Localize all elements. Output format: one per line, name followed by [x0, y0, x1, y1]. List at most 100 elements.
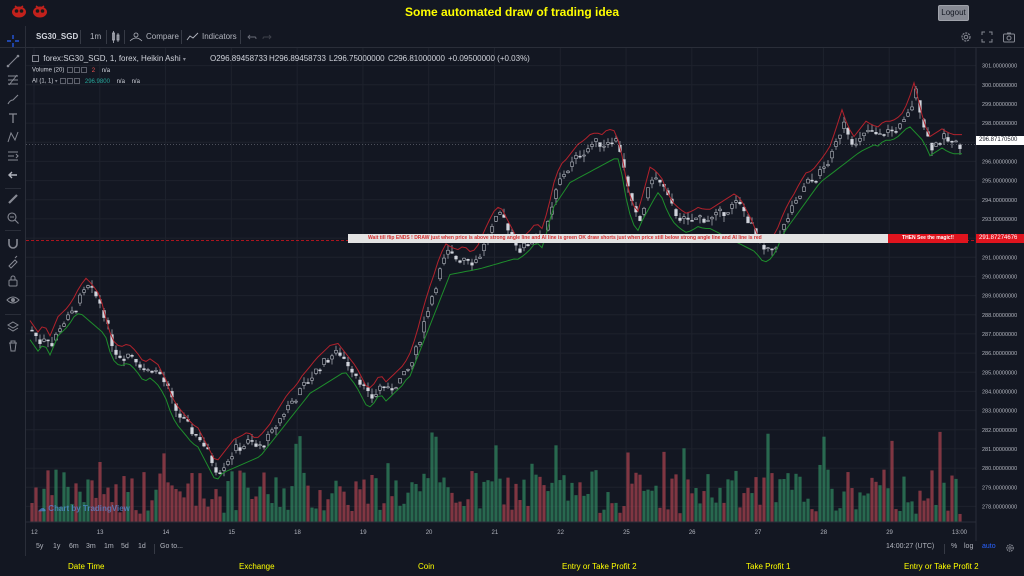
undo-icon[interactable] — [247, 32, 257, 42]
fib-retracement-icon[interactable] — [6, 73, 20, 87]
legend-series-title[interactable]: forex:SG30_SGD, 1, forex, Heikin Ashi — [43, 54, 180, 63]
volume-bar — [886, 488, 890, 522]
volume-bar — [466, 499, 470, 522]
page-title: Some automated draw of trading idea — [404, 5, 620, 19]
candle-body — [526, 244, 530, 247]
volume-bar — [230, 471, 234, 522]
tradingview-watermark[interactable]: ☁ Chart by TradingView — [38, 504, 130, 513]
range-6m-button[interactable]: 6m — [69, 543, 79, 550]
range-5y-button[interactable]: 5y — [36, 543, 43, 550]
goto-date-button[interactable]: Go to... — [160, 543, 183, 550]
crosshair-icon[interactable] — [6, 34, 20, 48]
range-1y-button[interactable]: 1y — [53, 543, 60, 550]
strategy-note-callout[interactable]: THEN See the magic!! — [888, 234, 968, 243]
time-tick-label: 19 — [360, 530, 367, 536]
chart-style-icon[interactable] — [111, 30, 121, 44]
range-5d-button[interactable]: 5d — [121, 543, 129, 550]
volume-bar — [642, 490, 646, 522]
candle-body — [34, 332, 38, 337]
price-tick-label: 301.00000000 — [982, 64, 1017, 70]
price-tick-label: 293.00000000 — [982, 217, 1017, 223]
range-1d-button[interactable]: 1d — [138, 543, 146, 550]
candle-body — [314, 368, 318, 374]
volume-bar — [134, 510, 138, 522]
candle-body — [498, 212, 502, 215]
zoom-icon[interactable] — [6, 211, 20, 225]
candle-body — [798, 195, 802, 199]
candle-body — [610, 142, 614, 145]
candle-body — [846, 127, 850, 135]
fullscreen-icon[interactable] — [980, 30, 994, 44]
clock[interactable]: 14:00:27 (UTC) — [886, 543, 934, 550]
log-scale-toggle[interactable]: log — [964, 543, 973, 550]
settings-gear-icon[interactable] — [959, 30, 973, 44]
indicator-visibility-icon[interactable] — [67, 67, 74, 73]
candle-body — [402, 371, 406, 376]
prediction-icon[interactable] — [6, 149, 20, 163]
redo-icon[interactable] — [262, 32, 272, 42]
candle-body — [558, 178, 562, 185]
range-1m-button[interactable]: 1m — [104, 543, 114, 550]
candle-body — [294, 400, 298, 403]
logout-button[interactable]: Logout — [938, 5, 969, 21]
candle-body — [262, 445, 266, 448]
layers-icon[interactable] — [6, 320, 20, 334]
strategy-note-banner[interactable]: Wait till flip ENDS ! DRAW just when pri… — [348, 234, 888, 243]
candle-body — [350, 368, 354, 373]
text-tool-icon[interactable] — [6, 111, 20, 125]
indicators-button[interactable]: Indicators — [202, 26, 237, 48]
price-tick-label: 285.00000000 — [982, 370, 1017, 376]
pattern-icon[interactable] — [6, 130, 20, 144]
candle-body — [854, 143, 858, 146]
candle-body — [138, 364, 142, 368]
volume-bar — [410, 482, 414, 522]
price-chart[interactable]: 301.00000000 300.00000000 299.00000000 298.… — [26, 48, 1024, 541]
indicator-settings-icon[interactable] — [67, 78, 74, 84]
symbol-search[interactable]: SG30_SGD — [36, 26, 78, 48]
candle-body — [394, 387, 398, 390]
volume-bar — [386, 463, 390, 522]
watermark-text: Chart by TradingView — [48, 504, 130, 513]
trash-icon[interactable] — [6, 339, 20, 353]
ai-dropdown-icon[interactable]: ▾ — [55, 79, 58, 85]
compare-button[interactable]: Compare — [146, 26, 179, 48]
volume-bar — [666, 509, 670, 522]
ruler-icon[interactable] — [6, 192, 20, 206]
compare-icon[interactable] — [129, 32, 143, 42]
candle-body — [378, 385, 382, 391]
brush-icon[interactable] — [6, 92, 20, 106]
candle-body — [222, 467, 226, 471]
indicator-remove-icon[interactable] — [81, 67, 88, 73]
indicator-settings-icon[interactable] — [74, 67, 81, 73]
volume-bar — [878, 485, 882, 522]
legend-collapse-icon[interactable] — [32, 55, 39, 62]
stay-in-drawing-icon[interactable] — [6, 255, 20, 269]
lock-icon[interactable] — [6, 274, 20, 288]
ai-indicator-label[interactable]: AI (1, 1) — [32, 79, 53, 85]
magnet-icon[interactable] — [6, 236, 20, 250]
scale-settings-gear-icon[interactable] — [1005, 543, 1015, 553]
volume-indicator-label[interactable]: Volume (20) — [32, 68, 64, 74]
legend-dropdown-icon[interactable]: ▾ — [183, 57, 186, 63]
range-3m-button[interactable]: 3m — [86, 543, 96, 550]
auto-scale-toggle[interactable]: auto — [982, 543, 996, 550]
volume-indicator-na: n/a — [101, 67, 111, 74]
volume-bar — [370, 474, 374, 522]
volume-bar — [122, 476, 126, 522]
indicator-remove-icon[interactable] — [74, 78, 81, 84]
legend-high: H296.89458733 — [269, 54, 326, 63]
back-arrow-icon[interactable] — [6, 168, 20, 182]
price-tick-label: 291.00000000 — [982, 255, 1017, 261]
volume-bar — [450, 492, 454, 522]
trend-line-icon[interactable] — [6, 54, 20, 68]
volume-bar — [846, 472, 850, 522]
candle-body — [126, 353, 130, 358]
indicator-visibility-icon[interactable] — [60, 78, 67, 84]
indicators-icon[interactable] — [186, 32, 199, 42]
candle-body — [150, 370, 154, 373]
screenshot-camera-icon[interactable] — [1002, 30, 1016, 44]
candle-body — [278, 418, 282, 424]
eye-icon[interactable] — [6, 293, 20, 307]
percent-scale-toggle[interactable]: % — [951, 543, 957, 550]
interval-button[interactable]: 1m — [90, 26, 101, 48]
